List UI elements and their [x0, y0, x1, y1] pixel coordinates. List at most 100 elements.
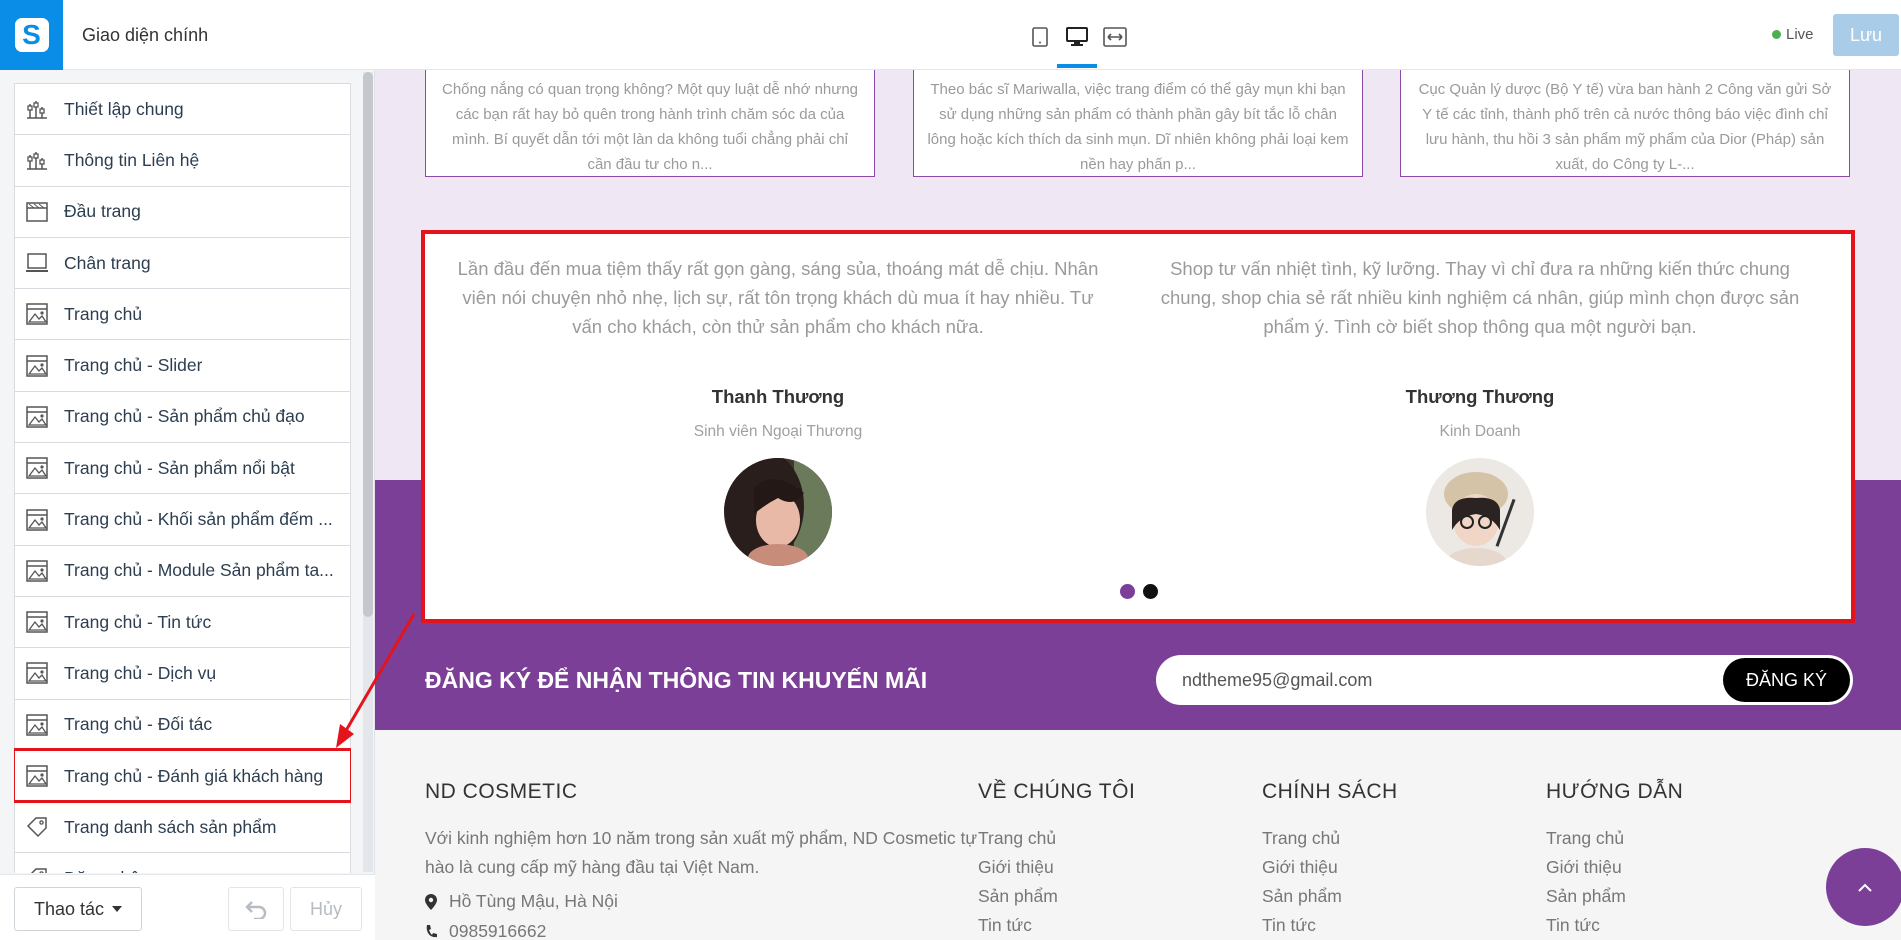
page-image-icon: [25, 508, 49, 532]
desktop-view-button[interactable]: [1062, 22, 1092, 52]
sidebar-menu-label: Đầu trang: [64, 201, 141, 222]
undo-icon: [245, 901, 267, 919]
page-image-icon: [25, 354, 49, 378]
header-layout-icon: [25, 200, 49, 224]
slider-dot-1[interactable]: [1120, 584, 1135, 599]
footer-about-text: Với kinh nghiệm hơn 10 năm trong sản xuấ…: [425, 828, 978, 877]
sidebar-menu-item[interactable]: Trang chủ - Đánh giá khách hàng: [14, 747, 351, 804]
sidebar-header: S Giao diện chính: [0, 0, 375, 70]
cancel-button[interactable]: Hủy: [290, 887, 362, 931]
sidebar-menu-item[interactable]: Chân trang: [14, 236, 351, 289]
testimonial-role: Sinh viên Ngoại Thương: [693, 423, 863, 440]
footer-link[interactable]: Tin tức: [1262, 911, 1398, 940]
tag-icon: [25, 866, 49, 873]
footer-link[interactable]: Giới thiệu: [1262, 853, 1398, 882]
sidebar-menu-item[interactable]: Trang chủ - Sản phẩm nổi bật: [14, 442, 351, 494]
sidebar-footer: Thao tác Hủy: [0, 874, 375, 940]
footer-link[interactable]: Sản phẩm: [1262, 882, 1398, 911]
avatar-photo-1: [724, 458, 832, 566]
save-button[interactable]: Lưu: [1833, 14, 1899, 56]
app-logo[interactable]: S: [0, 0, 63, 70]
footer-column-title: HƯỚNG DẪN: [1546, 780, 1684, 803]
caret-down-icon: [112, 906, 123, 912]
footer-links-column: VỀ CHÚNG TÔI Trang chủ Giới thiệu Sản ph…: [978, 780, 1135, 940]
back-to-top-button[interactable]: [1826, 848, 1901, 926]
sidebar-menu-item[interactable]: Trang chủ - Slider: [14, 339, 351, 391]
sidebar-menu-label: Trang chủ - Sản phẩm nổi bật: [64, 457, 295, 478]
news-card-excerpt: Theo bác sĩ Mariwalla, việc trang điểm c…: [927, 81, 1349, 173]
testimonial-name: Thanh Thương: [711, 386, 845, 407]
fullwidth-view-button[interactable]: [1100, 22, 1130, 52]
tablet-view-button[interactable]: [1025, 22, 1055, 52]
live-label: Live: [1786, 26, 1814, 43]
sidebar-menu-label: Đăng nhập ...: [64, 868, 169, 873]
footer-address-text: Hồ Tùng Mậu, Hà Nội: [449, 891, 618, 911]
footer-link[interactable]: Tin tức: [978, 911, 1135, 940]
sidebar-menu-label: Trang chủ - Slider: [64, 355, 203, 376]
page-image-icon: [25, 302, 49, 326]
sidebar-menu-item[interactable]: Thiết lập chung: [14, 83, 351, 135]
preview-toolbar: Live Lưu: [375, 0, 1901, 70]
tag-icon: [25, 815, 49, 839]
sidebar-menu-item[interactable]: Trang chủ - Tin tức: [14, 595, 351, 648]
sidebar-title: Giao diện chính: [82, 25, 209, 45]
sliders-icon: [25, 148, 49, 172]
footer-column-title: CHÍNH SÁCH: [1262, 780, 1398, 803]
actions-dropdown-button[interactable]: Thao tác: [14, 887, 142, 931]
footer-phone-text[interactable]: 0985916662: [449, 921, 546, 940]
sidebar-menu-item[interactable]: Trang chủ - Đối tác: [14, 698, 351, 750]
desktop-icon: [1066, 27, 1088, 46]
footer-address: Hồ Tùng Mậu, Hà Nội: [425, 891, 995, 912]
avatar: [724, 458, 832, 566]
newsletter-email-input[interactable]: [1182, 655, 1702, 705]
page-image-icon: [25, 764, 49, 788]
sidebar-menu-item[interactable]: Trang danh sách sản phẩm: [14, 801, 351, 853]
footer-link[interactable]: Giới thiệu: [978, 853, 1135, 882]
sidebar-menu-label: Trang chủ - Tin tức: [64, 611, 212, 632]
news-card[interactable]: Cục Quản lý dược (Bộ Y tế) vừa ban hành …: [1400, 70, 1850, 177]
customer-reviews-section[interactable]: Lần đầu đến mua tiệm thấy rất gọn gàng, …: [421, 230, 1855, 623]
site-preview: Chống nắng có quan trọng không? Một quy …: [375, 70, 1901, 940]
testimonial-text: Lần đầu đến mua tiệm thấy rất gọn gàng, …: [457, 258, 1099, 337]
sidebar-menu-item[interactable]: Trang chủ - Dịch vụ: [14, 647, 351, 699]
testimonial-text: Shop tư vấn nhiệt tình, kỹ lưỡng. Thay v…: [1160, 258, 1800, 337]
footer-link[interactable]: Sản phẩm: [1546, 882, 1683, 911]
footer-link[interactable]: Trang chủ: [1546, 824, 1683, 853]
page-image-icon: [25, 559, 49, 583]
news-card-excerpt: Chống nắng có quan trọng không? Một quy …: [441, 81, 858, 173]
footer-link[interactable]: Tin tức: [1546, 911, 1683, 940]
footer-brand-title: ND COSMETIC: [425, 780, 578, 803]
footer-link[interactable]: Giới thiệu: [1546, 853, 1683, 882]
subscribe-button[interactable]: ĐĂNG KÝ: [1723, 658, 1850, 702]
testimonial-card: Shop tư vấn nhiệt tình, kỹ lưỡng. Thay v…: [1135, 254, 1825, 566]
news-card-excerpt: Cục Quản lý dược (Bộ Y tế) vừa ban hành …: [1418, 81, 1832, 173]
sidebar-menu-item[interactable]: Trang chủ - Module Sản phẩm ta...: [14, 544, 351, 596]
footer-link[interactable]: Sản phẩm: [978, 882, 1135, 911]
testimonial-role: Kinh Doanh: [1439, 423, 1521, 440]
sidebar-scrollbar[interactable]: [363, 72, 373, 872]
news-card[interactable]: Theo bác sĩ Mariwalla, việc trang điểm c…: [913, 70, 1363, 177]
scrollbar-thumb[interactable]: [363, 72, 373, 617]
settings-menu: Thiết lập chung Thông tin Liên hệ Đầu tran…: [14, 83, 351, 873]
sidebar-menu-item[interactable]: Trang chủ - Sản phẩm chủ đạo: [14, 390, 351, 443]
footer-column-title: VỀ CHÚNG TÔI: [978, 780, 1136, 803]
sidebar-menu-label: Trang chủ - Dịch vụ: [64, 662, 217, 683]
footer-link[interactable]: Trang chủ: [978, 824, 1135, 853]
sidebar-menu-item[interactable]: Thông tin Liên hệ: [14, 134, 351, 186]
sidebar-menu-label: Trang chủ - Đánh giá khách hàng: [64, 765, 324, 786]
footer-links-column: HƯỚNG DẪN Trang chủ Giới thiệu Sản phẩm …: [1546, 780, 1683, 940]
sidebar-menu-item[interactable]: Đầu trang: [14, 185, 351, 237]
page-image-icon: [25, 713, 49, 737]
testimonial-card: Lần đầu đến mua tiệm thấy rất gọn gàng, …: [433, 254, 1123, 566]
undo-button[interactable]: [228, 887, 284, 931]
fullwidth-icon: [1103, 27, 1127, 47]
footer-link[interactable]: Trang chủ: [1262, 824, 1398, 853]
sidebar-menu-item[interactable]: Trang chủ: [14, 288, 351, 340]
sidebar-menu-item[interactable]: Đăng nhập ...: [14, 852, 351, 873]
sidebar-menu-item[interactable]: Trang chủ - Khối sản phẩm đếm ...: [14, 493, 351, 545]
newsletter-form: ĐĂNG KÝ: [1156, 655, 1853, 705]
customizer-sidebar: S Giao diện chính Thiết lập chung Thông t…: [0, 0, 375, 940]
newsletter-title: ĐĂNG KÝ ĐỂ NHẬN THÔNG TIN KHUYẾN MÃI: [425, 667, 928, 693]
slider-dot-2[interactable]: [1143, 584, 1158, 599]
news-card[interactable]: Chống nắng có quan trọng không? Một quy …: [425, 70, 875, 177]
